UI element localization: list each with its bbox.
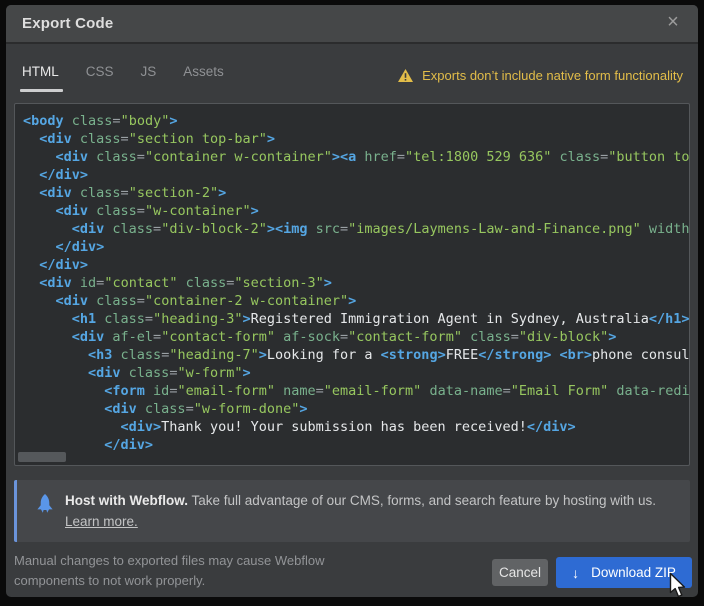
code-line: <div class="w-form-done"> xyxy=(23,400,689,418)
code-line: <div class="div-block-2"><img src="image… xyxy=(23,220,689,238)
tab-bar: HTML CSS JS Assets Exports don’t include na… xyxy=(6,46,698,102)
export-warning: Exports don’t include native form functi… xyxy=(398,68,683,83)
code-line: </div> xyxy=(23,436,689,454)
code-line: <div id="contact" class="section-3"> xyxy=(23,274,689,292)
dialog-header: Export Code × xyxy=(6,5,698,44)
banner-message: Take full advantage of our CMS, forms, a… xyxy=(188,493,656,508)
download-zip-button[interactable]: ↓ Download ZIP xyxy=(556,557,692,588)
tabs: HTML CSS JS Assets xyxy=(22,64,224,92)
code-line: </div> xyxy=(23,166,689,184)
footer-note-line2: components to not work properly. xyxy=(14,571,324,591)
code-line: <form id="email-form" name="email-form" … xyxy=(23,382,689,400)
code-content: <body class="body"> <div class="section … xyxy=(15,104,689,454)
code-line: </div> xyxy=(23,238,689,256)
code-line: <body class="body"> xyxy=(23,112,689,130)
banner-title: Host with Webflow. xyxy=(65,493,188,508)
banner-text-block: Host with Webflow. Take full advantage o… xyxy=(65,490,656,532)
warning-text: Exports don’t include native form functi… xyxy=(422,68,683,83)
export-code-dialog: Export Code × HTML CSS JS Assets Exports do… xyxy=(6,5,698,597)
code-line: <h3 class="heading-7">Looking for a <str… xyxy=(23,346,689,364)
close-icon[interactable]: × xyxy=(660,9,686,35)
code-line: <div class="section top-bar"> xyxy=(23,130,689,148)
tab-html[interactable]: HTML xyxy=(22,64,59,92)
code-line: <div>Thank you! Your submission has been… xyxy=(23,418,689,436)
footer-note: Manual changes to exported files may cau… xyxy=(14,551,324,591)
learn-more-link[interactable]: Learn more. xyxy=(65,514,138,529)
dialog-title: Export Code xyxy=(22,15,113,32)
tab-js[interactable]: JS xyxy=(141,64,157,92)
download-zip-label: Download ZIP xyxy=(591,565,676,580)
cancel-button[interactable]: Cancel xyxy=(492,559,548,586)
rocket-icon xyxy=(34,493,56,517)
code-line: <h1 class="heading-3">Registered Immigra… xyxy=(23,310,689,328)
code-line: <div af-el="contact-form" af-sock="conta… xyxy=(23,328,689,346)
code-line: <div class="w-container"> xyxy=(23,202,689,220)
code-line: <div class="w-form"> xyxy=(23,364,689,382)
code-line: <div class="section-2"> xyxy=(23,184,689,202)
tab-assets[interactable]: Assets xyxy=(183,64,224,92)
horizontal-scrollbar-thumb[interactable] xyxy=(18,452,66,462)
code-panel[interactable]: <body class="body"> <div class="section … xyxy=(14,103,690,466)
download-arrow-icon: ↓ xyxy=(572,565,579,581)
footer-note-line1: Manual changes to exported files may cau… xyxy=(14,551,324,571)
code-line: <div class="container w-container"><a hr… xyxy=(23,148,689,166)
tab-css[interactable]: CSS xyxy=(86,64,114,92)
code-line: <div class="container-2 w-container"> xyxy=(23,292,689,310)
code-line: </div> xyxy=(23,256,689,274)
host-banner: Host with Webflow. Take full advantage o… xyxy=(14,480,690,542)
warning-triangle-icon xyxy=(398,69,413,82)
